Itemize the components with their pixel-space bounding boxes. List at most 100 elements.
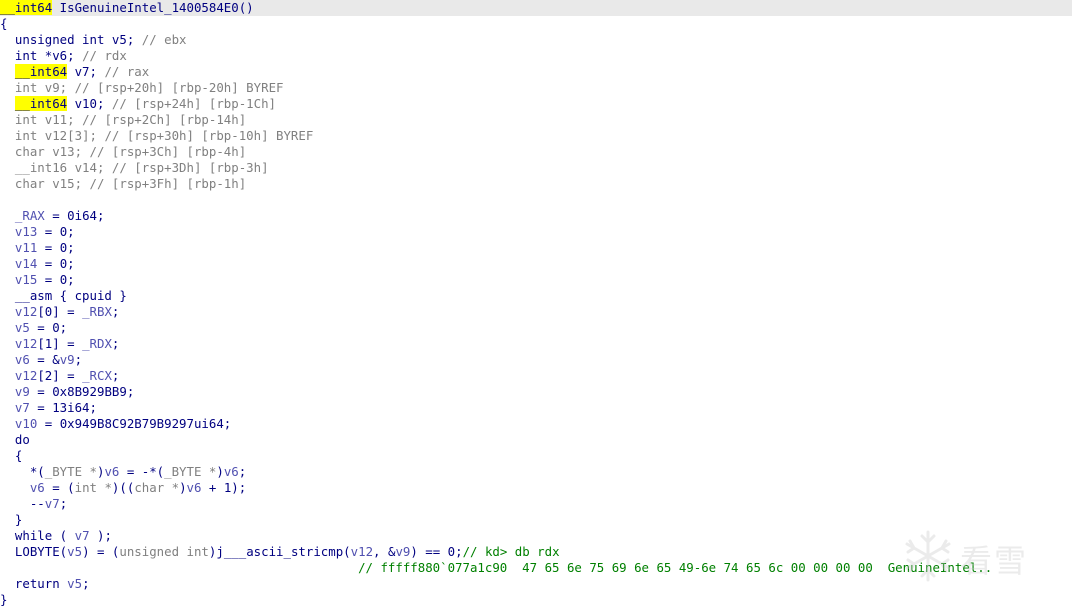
code-line[interactable]: { xyxy=(0,448,1072,464)
comment-token[interactable]: // [rsp+30h] [rbp-10h] BYREF xyxy=(104,128,313,143)
code-token[interactable]: do xyxy=(0,432,30,447)
code-line[interactable]: __int64 v7; // rax xyxy=(0,64,1072,80)
code-token[interactable]: ; xyxy=(239,464,246,479)
variable-token[interactable]: v5 xyxy=(67,576,82,591)
code-line[interactable]: { xyxy=(0,16,1072,32)
variable-token[interactable]: _RCX xyxy=(82,368,112,383)
code-token[interactable]: [2] = xyxy=(37,368,82,383)
code-token[interactable]: return xyxy=(0,576,67,591)
variable-token[interactable]: v10 xyxy=(0,416,37,431)
variable-token[interactable]: _RDX xyxy=(82,336,112,351)
code-line[interactable]: v12[2] = _RCX; xyxy=(0,368,1072,384)
code-line[interactable]: v5 = 0; xyxy=(0,320,1072,336)
code-token[interactable]: { xyxy=(0,16,7,31)
code-token[interactable]: [0] = xyxy=(37,304,82,319)
comment-token[interactable]: // [rsp+3Dh] [rbp-3h] xyxy=(112,160,269,175)
code-token[interactable]: = ( xyxy=(45,480,74,495)
code-line[interactable]: v6 = &v9; xyxy=(0,352,1072,368)
code-line[interactable]: __int16 v14; // [rsp+3Dh] [rbp-3h] xyxy=(0,160,1072,176)
code-line[interactable]: *(_BYTE *)v6 = -*(_BYTE *)v6; xyxy=(0,464,1072,480)
comment-token[interactable]: __int16 v14; xyxy=(0,160,112,175)
variable-token[interactable]: v7 xyxy=(75,528,90,543)
code-token[interactable]: = 0x8B929BB9; xyxy=(30,384,134,399)
code-token[interactable]: IsGenuineIntel_1400584E0() xyxy=(52,0,254,15)
comment-token[interactable]: // rax xyxy=(104,64,149,79)
comment-token[interactable]: int v12[3]; xyxy=(0,128,104,143)
code-line[interactable]: int *v6; // rdx xyxy=(0,48,1072,64)
code-line[interactable]: v9 = 0x8B929BB9; xyxy=(0,384,1072,400)
code-token[interactable]: = -*( xyxy=(119,464,164,479)
code-line[interactable]: unsigned int v5; // ebx xyxy=(0,32,1072,48)
code-line[interactable]: v14 = 0; xyxy=(0,256,1072,272)
code-line[interactable]: --v7; xyxy=(0,496,1072,512)
comment-token[interactable]: int * xyxy=(75,480,112,495)
variable-token[interactable]: v15 xyxy=(0,272,37,287)
code-token[interactable]: unsigned int v5; xyxy=(0,32,142,47)
variable-token[interactable]: v7 xyxy=(45,496,60,511)
debug-comment-token[interactable]: // kd> db rdx xyxy=(463,544,560,559)
highlighted-token[interactable]: __int64 xyxy=(14,64,68,79)
code-token[interactable]: = 0; xyxy=(37,240,75,255)
code-token[interactable]: } xyxy=(0,512,22,527)
code-line[interactable]: v7 = 13i64; xyxy=(0,400,1072,416)
code-token[interactable]: ; xyxy=(75,352,82,367)
code-line[interactable]: __int64 v10; // [rsp+24h] [rbp-1Ch] xyxy=(0,96,1072,112)
highlighted-token[interactable]: __int64 xyxy=(0,0,53,15)
variable-token[interactable]: v6 xyxy=(104,464,119,479)
code-token[interactable]: __asm { cpuid } xyxy=(0,288,127,303)
variable-token[interactable]: v12 xyxy=(351,544,373,559)
code-token[interactable]: )(( xyxy=(112,480,134,495)
code-token[interactable]: v7; xyxy=(67,64,104,79)
code-token[interactable]: )j___ascii_stricmp( xyxy=(209,544,351,559)
variable-token[interactable]: v14 xyxy=(0,256,37,271)
variable-token[interactable]: v5 xyxy=(67,544,82,559)
comment-token[interactable]: // rdx xyxy=(82,48,127,63)
variable-token[interactable]: v13 xyxy=(0,224,37,239)
variable-token[interactable]: v12 xyxy=(0,304,37,319)
code-token[interactable]: while ( xyxy=(0,528,75,543)
code-line[interactable]: v13 = 0; xyxy=(0,224,1072,240)
variable-token[interactable]: v6 xyxy=(187,480,202,495)
code-line[interactable]: v12[1] = _RDX; xyxy=(0,336,1072,352)
code-line[interactable]: int v12[3]; // [rsp+30h] [rbp-10h] BYREF xyxy=(0,128,1072,144)
code-line[interactable]: v6 = (int *)((char *)v6 + 1); xyxy=(0,480,1072,496)
code-token[interactable]: ; xyxy=(82,576,89,591)
variable-token[interactable]: v7 xyxy=(0,400,30,415)
variable-token[interactable]: v9 xyxy=(0,384,30,399)
variable-token[interactable]: _RAX xyxy=(0,208,45,223)
code-line[interactable]: v11 = 0; xyxy=(0,240,1072,256)
variable-token[interactable]: v12 xyxy=(0,368,37,383)
code-token[interactable]: ) xyxy=(179,480,186,495)
code-token[interactable]: ) xyxy=(216,464,223,479)
comment-token[interactable]: // [rsp+24h] [rbp-1Ch] xyxy=(112,96,276,111)
code-token[interactable]: v10; xyxy=(67,96,112,111)
code-line[interactable]: char v15; // [rsp+3Fh] [rbp-1h] xyxy=(0,176,1072,192)
comment-token[interactable]: char * xyxy=(134,480,179,495)
code-line[interactable]: return v5; xyxy=(0,576,1072,592)
code-line[interactable]: __asm { cpuid } xyxy=(0,288,1072,304)
code-token[interactable]: ) == 0; xyxy=(410,544,462,559)
code-token[interactable]: = 0; xyxy=(37,272,75,287)
code-token[interactable]: ; xyxy=(112,304,119,319)
variable-token[interactable]: v12 xyxy=(0,336,37,351)
variable-token[interactable]: v9 xyxy=(395,544,410,559)
code-token[interactable]: , & xyxy=(373,544,395,559)
code-token[interactable]: } xyxy=(0,592,7,607)
debug-comment-token[interactable]: // fffff880`077a1c90 47 65 6e 75 69 6e 6… xyxy=(0,560,992,575)
code-token[interactable]: = 0i64; xyxy=(45,208,104,223)
comment-token[interactable]: int v11; xyxy=(0,112,82,127)
comment-token[interactable]: int v9; xyxy=(0,80,75,95)
code-token[interactable]: = 0; xyxy=(30,320,67,335)
code-line[interactable]: LOBYTE(v5) = (unsigned int)j___ascii_str… xyxy=(0,544,1072,560)
variable-token[interactable]: v9 xyxy=(60,352,75,367)
variable-token[interactable]: _RBX xyxy=(82,304,112,319)
code-token[interactable]: LOBYTE( xyxy=(0,544,67,559)
code-line[interactable]: v10 = 0x949B8C92B79B9297ui64; xyxy=(0,416,1072,432)
code-line[interactable]: while ( v7 ); xyxy=(0,528,1072,544)
code-line[interactable]: // fffff880`077a1c90 47 65 6e 75 69 6e 6… xyxy=(0,560,1072,576)
code-token[interactable]: = 0x949B8C92B79B9297ui64; xyxy=(37,416,232,431)
comment-token[interactable]: _BYTE * xyxy=(164,464,216,479)
code-line[interactable]: v15 = 0; xyxy=(0,272,1072,288)
comment-token[interactable]: _BYTE * xyxy=(45,464,97,479)
variable-token[interactable]: v6 xyxy=(0,352,30,367)
